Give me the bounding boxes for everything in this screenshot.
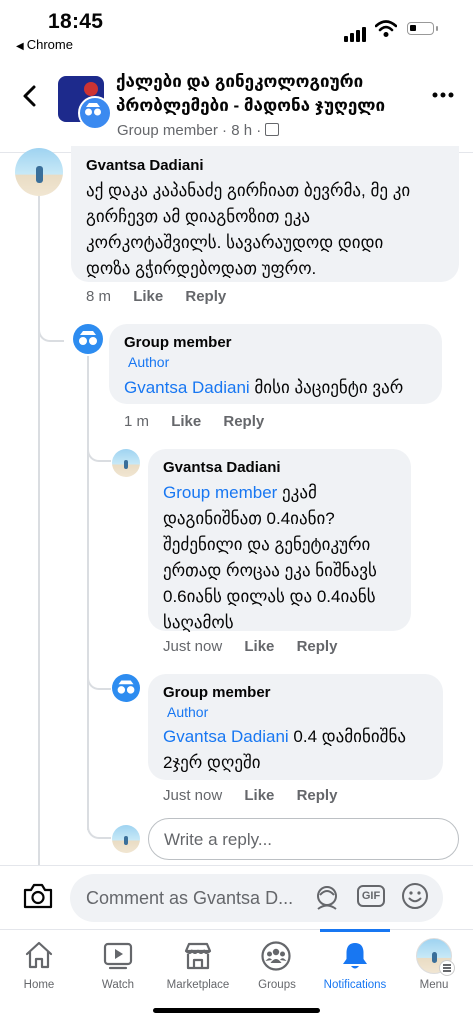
back-arrow-icon[interactable] (16, 82, 44, 110)
post-header: ქალები და გინეკოლოგიური პრობლემები - მად… (0, 62, 473, 153)
comment-text-rest: ეკამ (277, 483, 317, 502)
like-button[interactable]: Like (171, 413, 201, 430)
tab-marketplace[interactable]: Marketplace (158, 935, 238, 1000)
comment-text-line: გირჩევთ ამ დიაგნოზით ეკა (86, 207, 311, 226)
status-time: 18:45 (48, 10, 104, 33)
tab-label: Marketplace (166, 979, 230, 991)
mention-link[interactable]: Gvantsa Dadiani (124, 378, 250, 397)
thread-connector (87, 815, 111, 839)
like-button[interactable]: Like (244, 638, 274, 655)
comment-placeholder: Comment as Gvantsa D... (86, 888, 294, 908)
comment-text-line: 2ჯერ დღეში (163, 753, 261, 772)
tab-label: Home (23, 979, 55, 991)
comment-text-line: აქ დაკა კაპანაძე გირჩიათ ბევრმა, მე კი (86, 181, 411, 200)
comment-actions: 8 m Like Reply (86, 288, 226, 305)
gif-button[interactable]: GIF (357, 885, 385, 907)
battery-icon (407, 22, 438, 35)
comment-text-line: Group member ეკამ (163, 480, 408, 506)
groups-icon (261, 941, 291, 971)
comment-text-rest: მისი პაციენტი ვარ (249, 378, 404, 397)
tab-groups[interactable]: Groups (238, 935, 316, 1000)
comment-author[interactable]: Gvantsa Dadiani (163, 459, 281, 476)
comment-text: აქ დაკა კაპანაძე გირჩიათ ბევრმა, მე კი გ… (86, 178, 456, 282)
tab-label: Groups (258, 979, 296, 991)
comment-text: Gvantsa Dadiani მისი პაციენტი ვარ (124, 375, 403, 401)
comment-author[interactable]: Group member (124, 334, 232, 351)
avatar-sticker-icon[interactable] (312, 883, 342, 913)
comment-actions: Just now Like Reply (163, 638, 337, 655)
reply-button[interactable]: Reply (297, 787, 338, 804)
thread-connector (87, 440, 111, 462)
reply-button[interactable]: Reply (185, 288, 226, 305)
tab-menu[interactable]: Menu (395, 935, 473, 1000)
post-subtitle: Group member · 8 h · (117, 122, 280, 139)
like-button[interactable]: Like (244, 787, 274, 804)
comment-text-line: 0.6იანს დილას და 0.4იანს (163, 587, 376, 606)
group-title-line-2[interactable]: პრობლემები - მადონა ჯუღელი (116, 96, 385, 116)
marketplace-icon (184, 942, 212, 970)
comment-text-line: დაგინიშნათ 0.4იანი? (163, 509, 335, 528)
emoji-icon[interactable] (400, 881, 430, 911)
back-to-app-link[interactable]: ◀ Chrome (16, 37, 73, 52)
tab-watch[interactable]: Watch (78, 935, 158, 1000)
my-avatar (112, 825, 140, 853)
mention-link[interactable]: Group member (163, 483, 277, 502)
comment-time: 8 m (86, 288, 112, 305)
like-button[interactable]: Like (133, 288, 163, 305)
thread-connector (87, 666, 111, 690)
comment-text-line: საღამოს (163, 613, 234, 632)
author-tag: Author (167, 704, 209, 720)
anonymous-avatar-icon[interactable] (73, 324, 103, 354)
camera-icon[interactable] (22, 882, 54, 910)
wifi-icon (375, 20, 397, 37)
comment-text-line: კორკოტაშვილს. სავარაუდოდ დიდი (86, 233, 384, 252)
bell-icon (343, 943, 367, 969)
privacy-photo-icon (265, 123, 280, 136)
home-indicator (153, 1008, 320, 1013)
comment-time: Just now (163, 787, 223, 804)
status-bar: 18:45 ◀ Chrome (0, 0, 473, 62)
menu-lines-icon (439, 960, 455, 976)
home-icon (25, 941, 53, 969)
comment-author[interactable]: Gvantsa Dadiani (86, 157, 204, 174)
watch-icon (103, 942, 133, 970)
anonymous-avatar-icon[interactable] (112, 674, 140, 702)
reply-button[interactable]: Reply (297, 638, 338, 655)
group-title-line-1[interactable]: ქალები და გინეკოლოგიური (116, 72, 363, 92)
comment-time: 1 m (124, 413, 150, 430)
thread-connector (38, 316, 64, 342)
reply-placeholder: Write a reply... (164, 830, 273, 849)
comment-actions: 1 m Like Reply (124, 413, 264, 430)
tab-label: Notifications (323, 979, 387, 991)
thread-line-main (38, 196, 40, 868)
comment-text-line: Gvantsa Dadiani 0.4 დამინიშნა (163, 724, 441, 750)
tab-label: Menu (419, 979, 449, 991)
comment-text-line: დოზა გჭირდებოდათ უფრო. (86, 259, 317, 278)
comment-author[interactable]: Group member (163, 684, 271, 701)
comment-text: Group member ეკამ დაგინიშნათ 0.4იანი? შე… (163, 480, 408, 636)
anonymous-badge-icon (78, 96, 112, 130)
thread-line-nested (87, 356, 89, 830)
active-tab-indicator (320, 929, 390, 932)
comment-text: Gvantsa Dadiani 0.4 დამინიშნა 2ჯერ დღეში (163, 724, 441, 776)
tab-label: Watch (101, 979, 135, 991)
comment-actions: Just now Like Reply (163, 787, 337, 804)
mention-link[interactable]: Gvantsa Dadiani (163, 727, 289, 746)
post-meta: Group member · 8 h · (117, 122, 262, 139)
back-triangle-icon: ◀ (16, 41, 24, 52)
commenter-avatar[interactable] (15, 148, 63, 196)
comment-text-line: ერთად როცაა ეკა ნიშნავს (163, 561, 377, 580)
reply-button[interactable]: Reply (223, 413, 264, 430)
gif-label: GIF (361, 890, 381, 902)
comment-text-rest: 0.4 დამინიშნა (288, 727, 406, 746)
tab-notifications[interactable]: Notifications (315, 935, 395, 1000)
back-app-label: Chrome (26, 37, 73, 52)
more-options-icon[interactable] (432, 92, 454, 98)
cellular-signal-icon (344, 24, 368, 42)
comment-text-line: შეძენილი და გენეტიკური (163, 535, 371, 554)
author-tag: Author (128, 354, 170, 370)
comment-time: Just now (163, 638, 223, 655)
tab-home[interactable]: Home (0, 935, 78, 1000)
commenter-avatar[interactable] (112, 449, 140, 477)
